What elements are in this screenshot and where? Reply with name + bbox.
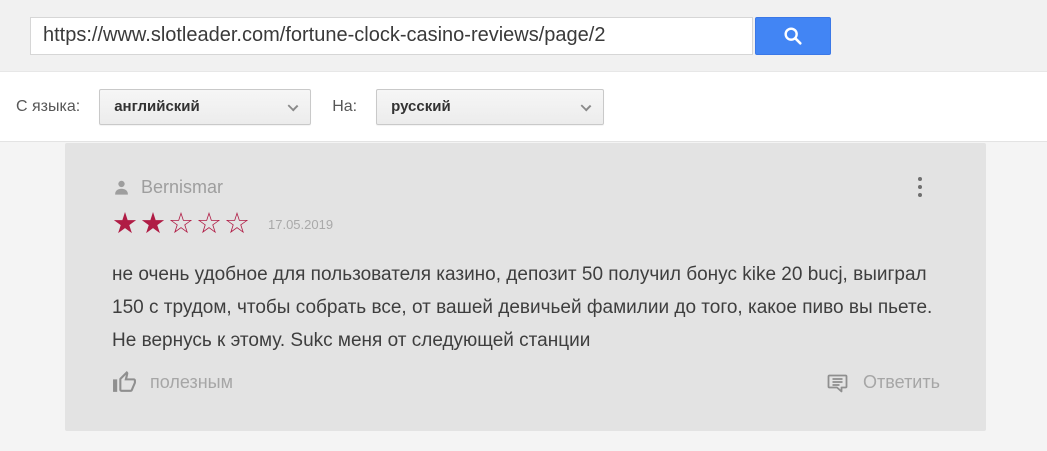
search-icon	[784, 26, 802, 45]
to-language-label: На:	[332, 97, 358, 115]
reply-button[interactable]: Ответить	[826, 371, 940, 395]
reply-label: Ответить	[863, 372, 940, 392]
star-filled-icon: ★	[140, 208, 168, 240]
content-area: Bernismar ★★☆☆☆ 17.05.2019 не очень удоб…	[0, 142, 1047, 451]
user-icon	[115, 180, 128, 195]
review-card: Bernismar ★★☆☆☆ 17.05.2019 не очень удоб…	[65, 143, 986, 431]
chevron-down-icon	[287, 100, 299, 111]
reply-comment-icon	[827, 374, 848, 392]
star-filled-icon: ★	[112, 208, 140, 240]
thumb-up-icon	[113, 371, 136, 392]
from-language-value: английский	[114, 98, 200, 115]
kebab-dot	[918, 193, 922, 197]
rating-row: ★★☆☆☆ 17.05.2019	[112, 207, 940, 241]
to-language-select[interactable]: русский	[376, 88, 605, 125]
star-rating: ★★☆☆☆	[112, 207, 252, 241]
review-author: Bernismar	[141, 176, 224, 197]
url-input[interactable]	[30, 16, 753, 55]
review-header: Bernismar	[112, 176, 940, 198]
star-empty-icon: ☆	[168, 208, 196, 240]
to-language-value: русский	[391, 98, 451, 115]
from-language-select[interactable]: английский	[99, 88, 312, 125]
kebab-dot	[918, 177, 922, 181]
search-button[interactable]	[755, 16, 831, 55]
language-bar: С языка: английский На: русский	[0, 72, 1047, 142]
helpful-button[interactable]: полезным	[112, 370, 233, 395]
chevron-down-icon	[580, 100, 592, 111]
from-language-label: С языка:	[16, 97, 81, 115]
kebab-dot	[918, 185, 922, 189]
review-footer: полезным Ответить	[112, 370, 940, 395]
review-date: 17.05.2019	[268, 216, 334, 232]
review-text: не очень удобное для пользователя казино…	[112, 264, 933, 351]
review-author-block: Bernismar	[112, 177, 223, 198]
star-empty-icon: ☆	[224, 208, 252, 240]
star-empty-icon: ☆	[196, 208, 224, 240]
helpful-label: полезным	[150, 372, 233, 392]
url-toolbar	[0, 0, 1047, 72]
kebab-menu-button[interactable]	[912, 175, 928, 199]
